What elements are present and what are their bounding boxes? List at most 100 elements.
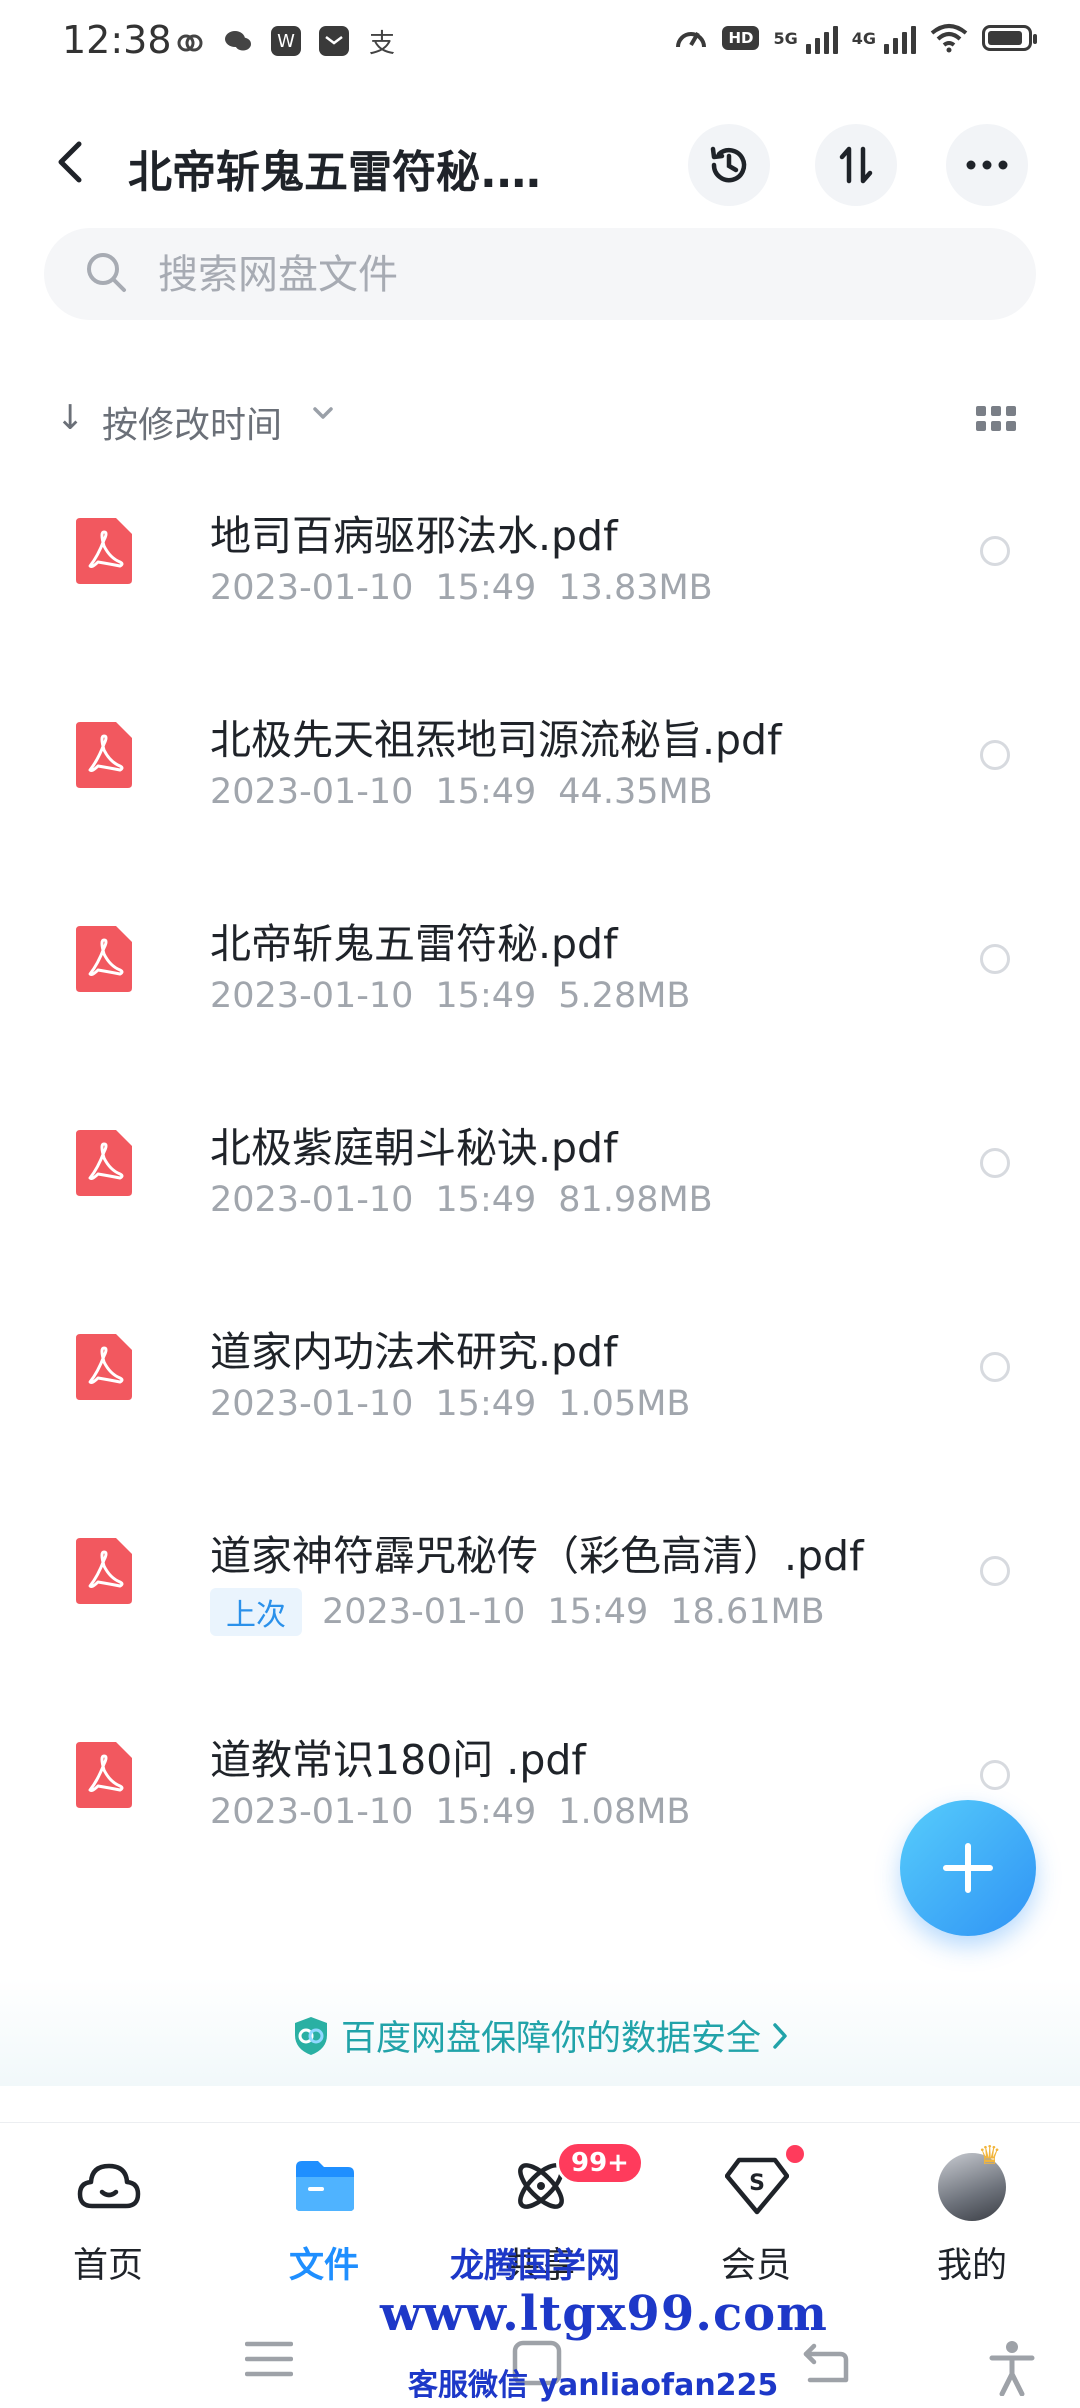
nav-label-vip: 会员: [720, 2246, 791, 2286]
select-checkbox[interactable]: [980, 1760, 1010, 1790]
file-size: 18.61MB: [670, 1592, 825, 1632]
file-name: 道家内功法术研究.pdf: [210, 1328, 618, 1376]
pdf-file-icon: [76, 1334, 132, 1400]
menu-icon: [245, 2341, 293, 2377]
search-box[interactable]: [44, 228, 1036, 320]
diamond-icon: S: [724, 2153, 790, 2219]
file-row[interactable]: 北帝斩鬼五雷符秘.pdf 2023-01-10 15:49 5.28MB: [0, 876, 1080, 1080]
select-checkbox[interactable]: [980, 740, 1010, 770]
back-button[interactable]: [40, 132, 100, 192]
notification-dot: [786, 2145, 804, 2163]
add-button[interactable]: [900, 1800, 1036, 1936]
chevron-left-icon: [58, 141, 82, 183]
file-meta: 2023-01-10 15:49 1.08MB: [210, 1792, 712, 1832]
file-size: 1.08MB: [558, 1792, 691, 1832]
pdf-file-icon: [76, 1130, 132, 1196]
file-size: 81.98MB: [558, 1180, 713, 1220]
file-name: 道家神符霹咒秘传（彩色高清）.pdf: [210, 1532, 864, 1580]
menu-button[interactable]: [245, 2340, 293, 2378]
file-date: 2023-01-10: [210, 976, 414, 1016]
file-time: 15:49: [435, 568, 537, 608]
nav-label-me: 我的: [936, 2246, 1007, 2286]
nav-item-vip[interactable]: S 会员: [676, 2145, 836, 2286]
pdf-file-icon: [76, 1742, 132, 1808]
search-input[interactable]: [156, 246, 860, 304]
alipay-icon: 支: [368, 28, 395, 59]
status-indicators: HD 5G 4G: [674, 22, 1037, 54]
back-system-button[interactable]: [800, 2340, 850, 2384]
pdf-file-icon: [76, 518, 132, 584]
file-time: 15:49: [547, 1592, 649, 1632]
file-date: 2023-01-10: [210, 568, 414, 608]
file-time: 15:49: [435, 976, 537, 1016]
sort-bar: ↓ 按修改时间: [0, 380, 1080, 460]
file-name: 北极紫庭朝斗秘诀.pdf: [210, 1124, 618, 1172]
nav-label-files: 文件: [288, 2246, 359, 2286]
security-banner[interactable]: 百度网盘保障你的数据安全: [0, 1978, 1080, 2086]
file-date: 2023-01-10: [322, 1592, 526, 1632]
more-icon: [966, 160, 1008, 170]
avatar: ♛: [938, 2141, 1006, 2221]
history-button[interactable]: [688, 124, 770, 206]
nav-item-me[interactable]: ♛ 我的: [892, 2141, 1052, 2286]
sort-label[interactable]: 按修改时间: [102, 396, 282, 448]
select-checkbox[interactable]: [980, 1352, 1010, 1382]
select-checkbox[interactable]: [980, 1148, 1010, 1178]
file-meta: 2023-01-10 15:49 81.98MB: [210, 1180, 735, 1220]
notification-badge: 99+: [556, 2141, 644, 2185]
file-date: 2023-01-10: [210, 1384, 414, 1424]
chevron-right-icon: [773, 2022, 787, 2049]
battery-icon: [982, 25, 1037, 51]
wifi-icon: [930, 24, 968, 53]
file-meta: 上次 2023-01-10 15:49 18.61MB: [210, 1588, 847, 1636]
status-app-icons: W 支: [175, 26, 397, 59]
file-time: 15:49: [435, 1792, 537, 1832]
message-app-icon: [319, 26, 349, 56]
file-row[interactable]: 道家神符霹咒秘传（彩色高清）.pdf 上次 2023-01-10 15:49 1…: [0, 1488, 1080, 1692]
select-checkbox[interactable]: [980, 944, 1010, 974]
cloud-icon: [76, 2153, 142, 2219]
file-row[interactable]: 北极先天祖炁地司源流秘旨.pdf 2023-01-10 15:49 44.35M…: [0, 672, 1080, 876]
select-checkbox[interactable]: [980, 1556, 1010, 1586]
file-list: 地司百病驱邪法水.pdf 2023-01-10 15:49 13.83MB 北极…: [0, 468, 1080, 1896]
page-title: 北帝斩鬼五雷符秘.…: [128, 147, 541, 198]
select-checkbox[interactable]: [980, 536, 1010, 566]
signal-icon-2: [884, 22, 916, 54]
svg-text:S: S: [749, 2171, 765, 2196]
sort-button[interactable]: [815, 124, 897, 206]
file-date: 2023-01-10: [210, 1180, 414, 1220]
hd-badge: HD: [722, 26, 760, 50]
file-meta: 2023-01-10 15:49 1.05MB: [210, 1384, 712, 1424]
security-banner-content: 百度网盘保障你的数据安全: [0, 2010, 1080, 2061]
sort-direction-icon[interactable]: ↓: [56, 398, 85, 438]
sort-icon: [839, 146, 873, 184]
history-icon: [710, 146, 747, 183]
accessibility-button[interactable]: [988, 2340, 1036, 2396]
chevron-down-icon[interactable]: [312, 406, 334, 420]
plus-icon: [943, 1843, 993, 1893]
file-row[interactable]: 道家内功法术研究.pdf 2023-01-10 15:49 1.05MB: [0, 1284, 1080, 1488]
search-icon: [87, 253, 126, 292]
pdf-file-icon: [76, 926, 132, 992]
watermark-title: 龙腾国学网: [450, 2246, 620, 2286]
status-bar: 12:38 W 支 HD 5G 4G: [0, 0, 1080, 90]
crown-icon: ♛: [978, 2141, 1002, 2171]
file-row[interactable]: 北极紫庭朝斗秘诀.pdf 2023-01-10 15:49 81.98MB: [0, 1080, 1080, 1284]
file-row[interactable]: 地司百病驱邪法水.pdf 2023-01-10 15:49 13.83MB: [0, 468, 1080, 672]
file-date: 2023-01-10: [210, 772, 414, 812]
nav-item-home[interactable]: 首页: [28, 2153, 188, 2286]
file-time: 15:49: [435, 1180, 537, 1220]
file-time: 15:49: [435, 1384, 537, 1424]
network-label-5g: 5G: [773, 28, 798, 48]
accessibility-icon: [989, 2341, 1035, 2396]
file-time: 15:49: [435, 772, 537, 812]
file-meta: 2023-01-10 15:49 44.35MB: [210, 772, 735, 812]
w-app-icon: W: [271, 26, 301, 56]
file-size: 5.28MB: [558, 976, 691, 1016]
network-label-4g: 4G: [851, 28, 876, 48]
grid-view-icon[interactable]: [976, 406, 1016, 431]
file-name: 道教常识180问 .pdf: [210, 1736, 586, 1784]
more-button[interactable]: [946, 124, 1028, 206]
file-date: 2023-01-10: [210, 1792, 414, 1832]
nav-item-files[interactable]: 文件: [244, 2153, 404, 2286]
